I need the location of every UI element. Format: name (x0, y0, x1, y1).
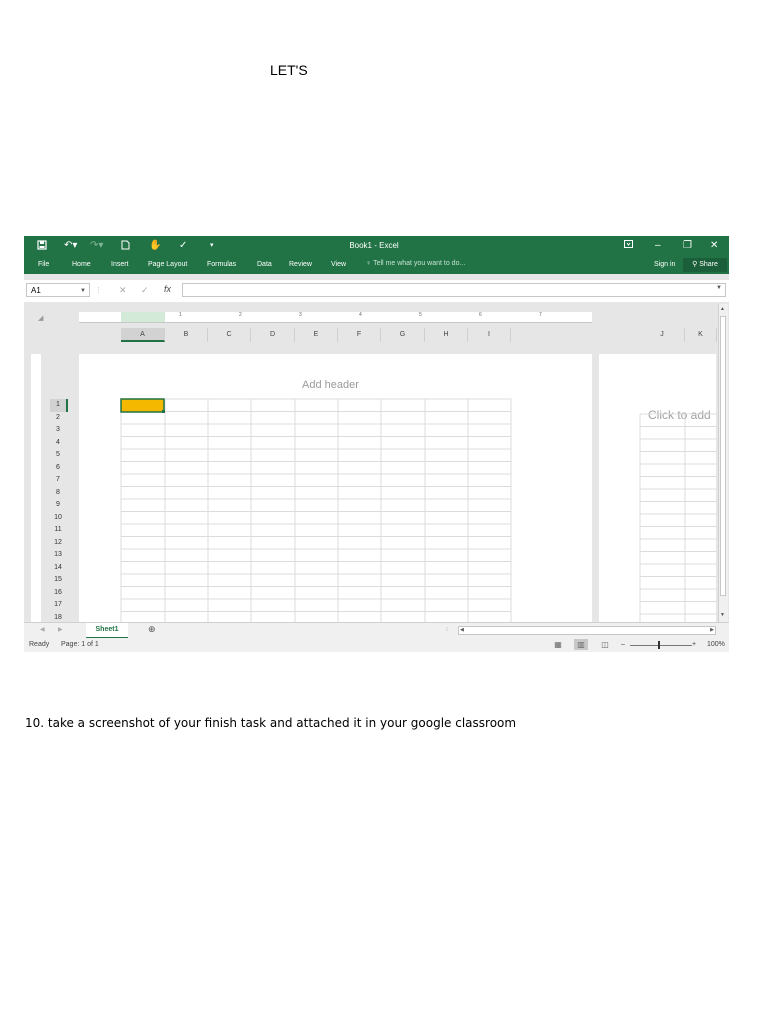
zoom-in-icon[interactable]: + (692, 641, 696, 648)
page-info: Page: 1 of 1 (61, 641, 99, 648)
row-header[interactable]: 16 (50, 587, 66, 600)
row-header[interactable]: 10 (50, 512, 66, 525)
row-header[interactable]: 4 (50, 437, 66, 450)
row-header[interactable]: 6 (50, 462, 66, 475)
row-header[interactable]: 18 (50, 612, 66, 623)
page-break-view-icon[interactable]: ◫ (598, 639, 612, 650)
row-header[interactable]: 9 (50, 499, 66, 512)
sheet-tab-sheet1[interactable]: Sheet1 (86, 623, 128, 639)
zoom-slider[interactable] (630, 645, 692, 646)
vertical-scroll-thumb[interactable] (720, 316, 726, 596)
scroll-up-icon[interactable]: ▲ (720, 306, 725, 312)
row-header[interactable]: 17 (50, 599, 66, 612)
prev-sheet-icon[interactable]: ◀ (40, 626, 45, 633)
vertical-scrollbar[interactable]: ▲ ▼ (718, 304, 728, 622)
selected-cell-a1[interactable] (120, 398, 165, 413)
fill-handle[interactable] (162, 410, 165, 413)
page-heading: LET'S (270, 62, 308, 78)
row-header[interactable]: 5 (50, 449, 66, 462)
next-sheet-icon[interactable]: ▶ (58, 626, 63, 633)
scroll-left-icon[interactable]: ◀ (460, 627, 464, 633)
row-header[interactable]: 15 (50, 574, 66, 587)
row-header[interactable]: 1 (50, 399, 68, 412)
row-header[interactable]: 3 (50, 424, 66, 437)
row-header[interactable]: 11 (50, 524, 66, 537)
tab-split-icon[interactable]: ⁝ (446, 626, 448, 633)
cell-grid[interactable] (24, 236, 729, 622)
excel-screenshot: ↶▾ ↷▾ ✋ ✓ ▾ Book1 - Excel – ❐ ✕ File Hom… (24, 236, 729, 652)
page-layout-view-icon[interactable]: ▥ (574, 639, 588, 650)
zoom-slider-thumb[interactable] (658, 641, 660, 649)
zoom-level: 100% (707, 641, 725, 648)
row-header[interactable]: 13 (50, 549, 66, 562)
sheet-tab-bar: ◀ ▶ Sheet1 ⊕ ⁝ ◀ ▶ (24, 622, 729, 639)
row-header[interactable]: 12 (50, 537, 66, 550)
instruction-text: 10. take a screenshot of your finish tas… (25, 716, 517, 730)
row-header[interactable]: 7 (50, 474, 66, 487)
normal-view-icon[interactable]: ▦ (551, 639, 565, 650)
status-text: Ready (29, 641, 50, 648)
add-sheet-icon[interactable]: ⊕ (148, 624, 156, 635)
scroll-down-icon[interactable]: ▼ (720, 612, 725, 618)
row-header[interactable]: 8 (50, 487, 66, 500)
zoom-out-icon[interactable]: – (621, 641, 625, 648)
row-header[interactable]: 14 (50, 562, 66, 575)
status-bar: Ready Page: 1 of 1 ▦ ▥ ◫ – + 100% (24, 638, 729, 652)
horizontal-scrollbar[interactable]: ◀ ▶ (458, 626, 716, 635)
row-header[interactable]: 2 (50, 412, 66, 425)
scroll-right-icon[interactable]: ▶ (710, 627, 714, 633)
